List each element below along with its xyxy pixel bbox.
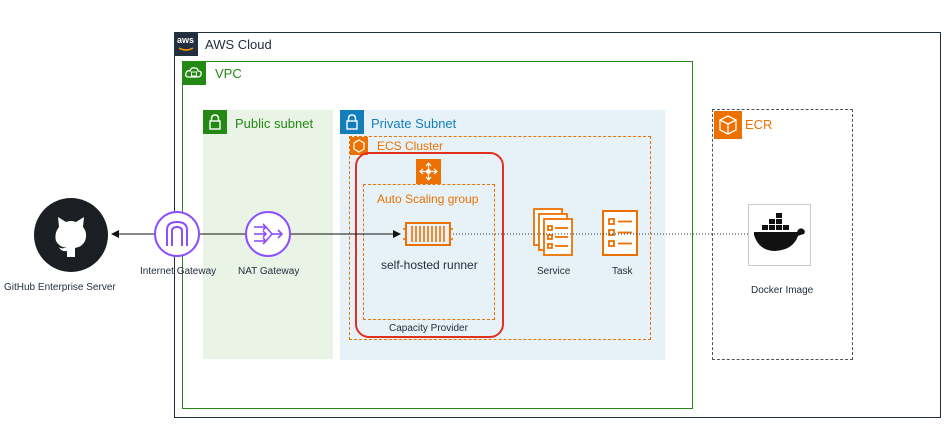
github-icon	[33, 197, 109, 273]
public-subnet-label: Public subnet	[235, 116, 314, 131]
nat-gateway-label: NAT Gateway	[238, 266, 300, 277]
service-icon	[532, 207, 574, 259]
vpc-cloud-icon	[182, 61, 206, 85]
lock-icon	[203, 110, 227, 134]
ec2-instance-icon	[403, 219, 453, 249]
internet-gateway-label: Internet Gateway	[140, 266, 217, 277]
task-icon	[601, 209, 641, 259]
ecs-cluster-label: ECS Cluster	[377, 139, 444, 153]
docker-image-label: Docker Image	[751, 285, 814, 296]
github-label: GitHub Enterprise Server	[4, 282, 116, 293]
auto-scaling-icon	[416, 159, 441, 184]
capacity-provider-label: Capacity Provider	[389, 323, 468, 334]
runner-label: self-hosted runner	[381, 258, 478, 272]
auto-scaling-group-label: Auto Scaling group	[377, 192, 479, 206]
docker-icon	[748, 204, 811, 266]
aws-logo-icon: aws	[174, 32, 198, 56]
ecr-label: ECR	[745, 117, 773, 132]
aws-cloud-label: AWS Cloud	[205, 37, 272, 52]
ecr-icon	[714, 111, 742, 139]
nat-gateway-icon	[244, 210, 292, 258]
task-label: Task	[612, 266, 633, 277]
vpc-label: VPC	[215, 66, 242, 81]
private-subnet-label: Private Subnet	[371, 116, 457, 131]
lock-icon	[340, 110, 364, 134]
service-label: Service	[537, 266, 571, 277]
internet-gateway-icon	[153, 210, 201, 258]
